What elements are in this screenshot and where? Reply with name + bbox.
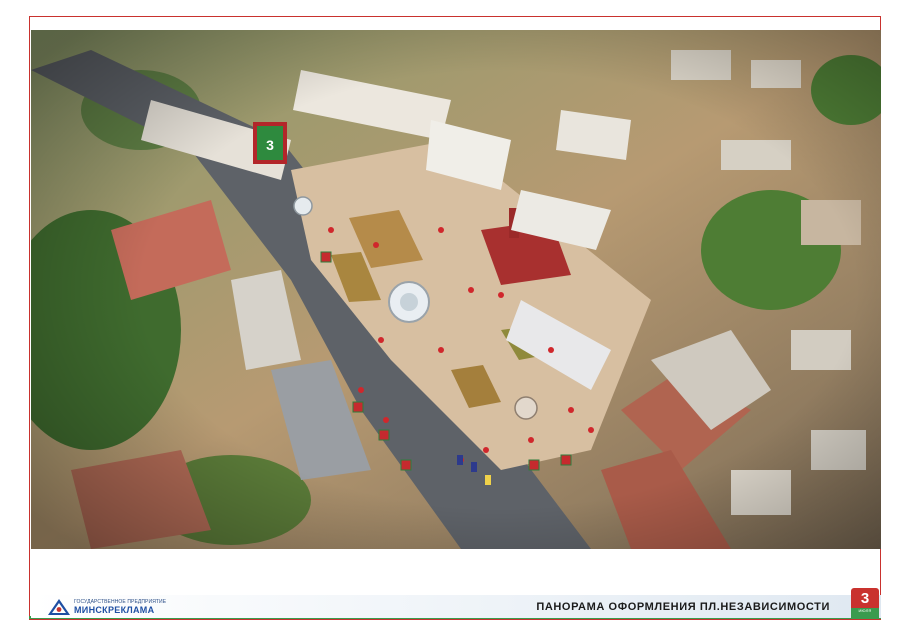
aerial-square-illustration: 3	[31, 30, 881, 549]
logo-triangle-icon	[48, 599, 70, 615]
aerial-panorama-photo: 3	[31, 30, 881, 549]
logo-name: МИНСКРЕКЛАМА	[74, 605, 155, 615]
badge-subtext: ИЮЛЯ	[858, 608, 872, 613]
independence-day-badge: 3 ИЮЛЯ	[851, 588, 879, 618]
badge-number: 3	[860, 590, 870, 607]
minskreklama-logo: Государственное предприятие МИНСКРЕКЛАМА	[48, 598, 168, 616]
poster-caption: ПАНОРАМА ОФОРМЛЕНИЯ ПЛ.НЕЗАВИСИМОСТИ	[536, 601, 830, 613]
